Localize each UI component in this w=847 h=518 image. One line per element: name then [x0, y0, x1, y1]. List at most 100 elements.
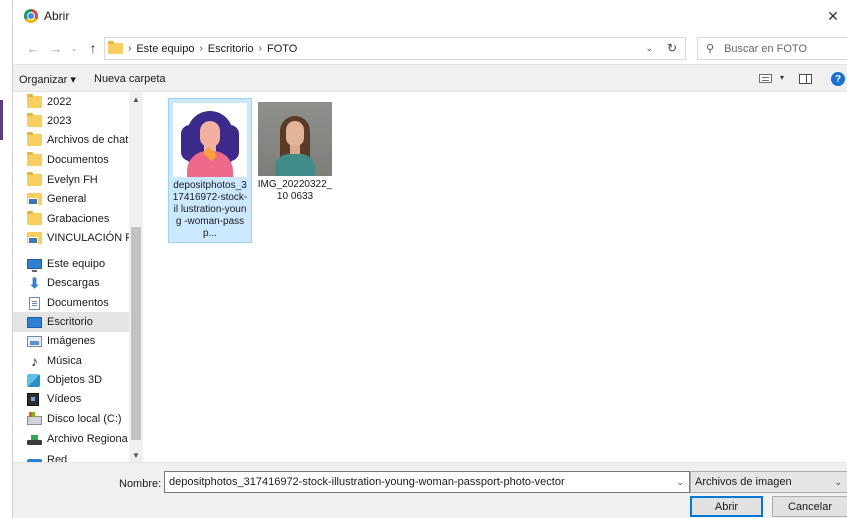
- refresh-icon[interactable]: ↻: [667, 41, 677, 55]
- up-arrow-icon[interactable]: ↑: [85, 40, 101, 56]
- chevron-down-icon: ⌄: [834, 477, 842, 487]
- cancel-button[interactable]: Cancelar: [772, 496, 847, 517]
- search-input[interactable]: [724, 42, 835, 55]
- breadcrumb-escritorio[interactable]: Escritorio: [208, 43, 254, 55]
- network-folder-icon: [27, 232, 42, 244]
- sidebar-item-label: Este equipo: [47, 258, 106, 270]
- breadcrumb-separator-icon: ›: [199, 43, 203, 54]
- photo-thumbnail: [258, 102, 332, 176]
- folder-icon: [108, 41, 123, 54]
- sidebar-scrollbar[interactable]: ▲ ▼: [129, 92, 143, 462]
- sidebar-item-disco-local[interactable]: Disco local (C:): [13, 409, 129, 429]
- sidebar-item-2023[interactable]: 2023: [13, 111, 129, 131]
- sidebar-item-documentos-folder[interactable]: Documentos: [13, 150, 129, 170]
- sidebar-item-label: Documentos: [47, 154, 109, 166]
- help-icon[interactable]: ?: [831, 72, 845, 86]
- search-icon: ⚲: [706, 43, 715, 55]
- network-folder-icon: [27, 193, 42, 205]
- sidebar-item-descargas[interactable]: ⬇ Descargas: [13, 273, 129, 293]
- title-bar: Abrir ✕: [13, 0, 847, 32]
- network-drive-icon: [27, 434, 42, 445]
- sidebar-item-red[interactable]: Red: [13, 450, 129, 462]
- sidebar-item-musica[interactable]: ♪ Música: [13, 351, 129, 371]
- new-folder-button[interactable]: Nueva carpeta: [94, 73, 166, 85]
- sidebar-item-label: Disco local (C:): [47, 413, 122, 425]
- breadcrumb-este-equipo[interactable]: Este equipo: [136, 43, 194, 55]
- sidebar-item-general[interactable]: General: [13, 189, 129, 209]
- sidebar-item-escritorio[interactable]: Escritorio: [13, 312, 129, 332]
- file-name-input[interactable]: [169, 476, 659, 488]
- sidebar-item-archivos-de-chat[interactable]: Archivos de chat: [13, 130, 129, 150]
- sidebar-item-grabaciones[interactable]: Grabaciones: [13, 209, 129, 229]
- sidebar-item-label: Evelyn FH: [47, 174, 98, 186]
- file-type-value: Archivos de imagen: [695, 476, 792, 488]
- folder-icon: [27, 132, 42, 146]
- videos-icon: [27, 392, 39, 406]
- forward-arrow-icon[interactable]: →: [48, 40, 64, 56]
- music-icon: ♪: [31, 352, 38, 369]
- file-item-depositphotos[interactable]: depositphotos_3 17416972-stock-il lustra…: [168, 98, 252, 243]
- close-button[interactable]: ✕: [818, 0, 847, 32]
- scroll-up-arrow-icon[interactable]: ▲: [129, 92, 143, 106]
- this-pc-icon: [27, 259, 42, 272]
- recent-locations-chevron-icon[interactable]: ⌄: [66, 40, 82, 56]
- illustration-thumbnail: [173, 103, 247, 177]
- folder-icon: [27, 94, 42, 108]
- chrome-icon: [24, 9, 38, 23]
- sidebar-item-label: Documentos: [47, 297, 109, 309]
- sidebar-item-label: Archivos de chat: [47, 134, 129, 146]
- background-window-edge: [0, 0, 12, 518]
- sidebar-item-label: VINCULACIÓN F: [47, 232, 129, 244]
- sidebar-item-label: Descargas: [47, 277, 100, 289]
- images-icon: [27, 335, 42, 347]
- view-options-chevron-icon[interactable]: ▾: [780, 73, 784, 82]
- sidebar-item-label: Archivo Regiona: [47, 433, 128, 445]
- change-view-icon[interactable]: [759, 74, 772, 83]
- chevron-down-icon[interactable]: ⌄: [645, 43, 653, 54]
- sidebar-item-objetos-3d[interactable]: Objetos 3D: [13, 370, 129, 390]
- dialog-title: Abrir: [44, 9, 70, 23]
- sidebar-item-label: Grabaciones: [47, 213, 110, 225]
- sidebar-item-label: Imágenes: [47, 335, 96, 347]
- back-arrow-icon[interactable]: ←: [25, 40, 41, 56]
- desktop-icon: [27, 316, 42, 328]
- organize-button[interactable]: Organizar ▾: [19, 73, 76, 86]
- sidebar-item-archivo-regional[interactable]: Archivo Regiona: [13, 429, 129, 449]
- chevron-down-icon[interactable]: ⌄: [676, 477, 684, 488]
- file-item-img-20220322[interactable]: IMG_20220322_10 0633: [253, 98, 337, 205]
- preview-pane-icon[interactable]: [799, 74, 812, 84]
- breadcrumb-foto[interactable]: FOTO: [267, 43, 297, 55]
- open-button[interactable]: Abrir: [690, 496, 763, 517]
- sidebar-item-label: 2022: [47, 96, 72, 108]
- dialog-footer: Nombre: ⌄ Archivos de imagen ⌄ Abrir Can…: [13, 462, 847, 518]
- sidebar-item-label: General: [47, 193, 87, 205]
- sidebar-item-2022[interactable]: 2022: [13, 92, 129, 112]
- sidebar-item-evelyn-fh[interactable]: Evelyn FH: [13, 170, 129, 190]
- sidebar-item-imagenes[interactable]: Imágenes: [13, 331, 129, 351]
- sidebar-item-vinculacion[interactable]: VINCULACIÓN F: [13, 228, 129, 248]
- scrollbar-thumb[interactable]: [131, 227, 141, 440]
- navigation-bar: ← → ⌄ ↑ › Este equipo › Escritorio › FOT…: [13, 32, 847, 64]
- download-icon: ⬇: [28, 274, 41, 291]
- file-name: depositphotos_3 17416972-stock-il lustra…: [172, 180, 248, 239]
- sidebar-item-este-equipo[interactable]: Este equipo: [13, 254, 129, 274]
- folder-icon: [27, 113, 42, 127]
- file-type-select[interactable]: Archivos de imagen ⌄: [690, 471, 847, 493]
- address-bar[interactable]: › Este equipo › Escritorio › FOTO ⌄ ↻: [104, 37, 686, 60]
- breadcrumb-separator-icon: ›: [258, 43, 262, 54]
- sidebar-item-label: Vídeos: [47, 393, 82, 405]
- 3d-objects-icon: [27, 373, 40, 387]
- open-file-dialog: Abrir ✕ ← → ⌄ ↑ › Este equipo › Escritor…: [12, 0, 847, 518]
- search-box[interactable]: ⚲: [697, 37, 847, 60]
- sidebar-item-label: Música: [47, 355, 82, 367]
- scroll-down-arrow-icon[interactable]: ▼: [129, 448, 143, 462]
- sidebar-item-videos[interactable]: Vídeos: [13, 389, 129, 409]
- sidebar-item-label: Objetos 3D: [47, 374, 103, 386]
- local-disk-icon: [27, 412, 42, 425]
- sidebar-item-documentos[interactable]: Documentos: [13, 293, 129, 313]
- navigation-pane: 2022 2023 Archivos de chat Documentos Ev…: [13, 92, 143, 462]
- file-name-combobox[interactable]: ⌄: [164, 471, 690, 493]
- folder-icon: [27, 172, 42, 186]
- document-icon: [29, 296, 40, 310]
- file-name-label: Nombre:: [119, 478, 162, 490]
